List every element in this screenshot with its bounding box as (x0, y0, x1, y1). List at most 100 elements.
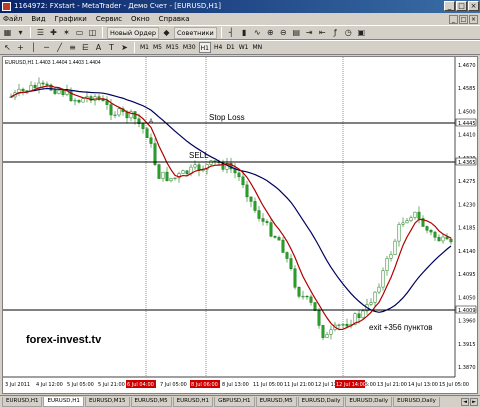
menu-tools[interactable]: Сервис (96, 15, 122, 23)
periods-icon[interactable]: ◷ (343, 27, 354, 38)
new-chart-icon[interactable]: ▦ (2, 27, 13, 38)
timeframe-mn[interactable]: MN (252, 42, 264, 53)
arrows-icon[interactable]: ➤ (119, 42, 130, 53)
menu-charts[interactable]: Графики (55, 15, 87, 23)
chart-tab[interactable]: EURUSD,M5 (255, 396, 297, 407)
close-button[interactable]: × (468, 1, 479, 11)
candle-body (241, 176, 245, 186)
candle-body (417, 211, 421, 219)
timeframe-h4[interactable]: H4 (213, 42, 223, 53)
zoom-out-icon[interactable]: ⊖ (278, 27, 289, 38)
vertical-line-icon[interactable]: │ (28, 42, 39, 53)
terminal-icon[interactable]: ▭ (74, 27, 85, 38)
date-tick-label: 13 Jul 21:00 (377, 382, 407, 388)
chart-tab[interactable]: EURUSD,Daily (345, 396, 393, 407)
tab-scroll-right-icon[interactable]: ► (470, 397, 478, 406)
timeframe-m1[interactable]: M1 (139, 42, 150, 53)
doc-close-button[interactable]: × (469, 14, 478, 24)
chart-tab[interactable]: EURUSD,M15 (84, 396, 130, 407)
menu-window[interactable]: Окно (131, 15, 150, 23)
candle-body (369, 302, 373, 305)
price-tick-label: 1.4585 (458, 86, 476, 92)
tile-windows-icon[interactable]: ▤ (291, 27, 302, 38)
tab-scroll-left-icon[interactable]: ◄ (461, 397, 469, 406)
text-icon[interactable]: A (93, 42, 104, 53)
menu-file[interactable]: Файл (3, 15, 22, 23)
new-order-button[interactable]: Новый Ордер (107, 26, 159, 39)
candle-body (117, 108, 121, 116)
candle-body (141, 123, 145, 129)
metatrader-logo-icon (2, 2, 11, 11)
candle-body (37, 82, 41, 89)
timeframe-m30[interactable]: M30 (182, 42, 197, 53)
navigator-icon[interactable]: ✶ (61, 27, 72, 38)
title-bar: 1164972: FXstart - MetaTrader - Демо Сче… (0, 0, 480, 13)
price-level-label: 1.4365 (458, 160, 476, 166)
candle-body (301, 295, 305, 298)
maximize-button[interactable]: □ (456, 1, 467, 11)
time-axis: 3 Jul 2011 4 Jul 12:00 5 Jul 05:00 5 Jul 21… (5, 380, 469, 388)
tab-scroll-arrows: ◄ ► (461, 397, 480, 406)
candle-body (305, 295, 309, 298)
expert-advisors-button[interactable]: Советники (173, 26, 217, 39)
drawing-and-periods-toolbar: ↖ + │ ─ ╱ ≡ ⋿ A T ➤ M1 M5 M15 M30 H1 H4 … (0, 40, 480, 55)
metaeditor-icon[interactable]: ◆ (161, 27, 172, 38)
candlestick-icon[interactable]: ▮ (239, 27, 250, 38)
date-tick-label: 15 Jul 05:00 (439, 382, 469, 388)
date-tick-label: 4 Jul 12:00 (36, 382, 63, 388)
timeframe-d1[interactable]: D1 (225, 42, 235, 53)
chart-tab[interactable]: EURUSD,Daily (393, 396, 440, 407)
candle-body (57, 89, 61, 94)
zoom-in-icon[interactable]: ⊕ (265, 27, 276, 38)
market-watch-icon[interactable]: ☰ (35, 27, 46, 38)
timeframe-m5[interactable]: M5 (152, 42, 163, 53)
line-chart-icon[interactable]: ∿ (252, 27, 263, 38)
minimize-button[interactable]: _ (444, 1, 455, 11)
chart-tab[interactable]: EURUSD,Daily (297, 396, 345, 407)
candle-body (17, 88, 21, 93)
candle-body (245, 184, 249, 198)
timeframe-w1[interactable]: W1 (238, 42, 250, 53)
label-icon[interactable]: T (106, 42, 117, 53)
candle-body (445, 236, 449, 240)
candle-body (261, 218, 265, 222)
indicators-icon[interactable]: ƒ (330, 27, 341, 38)
bar-chart-icon[interactable]: ┤ (226, 27, 237, 38)
candle-body (269, 222, 273, 237)
candle-body (109, 104, 113, 116)
candle-body (145, 128, 149, 139)
candle-body (165, 171, 169, 181)
doc-minimize-button[interactable]: _ (449, 14, 458, 24)
channel-icon[interactable]: ≡ (67, 42, 78, 53)
chart-tab[interactable]: GBPUSD,H1 (214, 396, 255, 407)
timeframe-h1[interactable]: H1 (198, 42, 211, 53)
menu-help[interactable]: Справка (159, 15, 190, 23)
fibonacci-icon[interactable]: ⋿ (80, 42, 91, 53)
horizontal-line-icon[interactable]: ─ (41, 42, 52, 53)
date-tick-label: 8 Jul 13:00 (222, 382, 249, 388)
candle-body (61, 89, 65, 95)
strategy-tester-icon[interactable]: ◫ (87, 27, 98, 38)
candle-body (157, 164, 161, 179)
doc-restore-button[interactable]: □ (459, 14, 468, 24)
candle-body (345, 324, 349, 327)
date-highlight-label: 12 Jul 14:00 (336, 382, 366, 388)
price-chart[interactable]: Stop Loss SELL A exit +356 пунктов forex… (3, 57, 477, 393)
autoscroll-icon[interactable]: ⇥ (304, 27, 315, 38)
chart-tabs-bar: EURUSD,H1 EURUSD,H1 EURUSD,M15 EURUSD,M5… (0, 395, 480, 407)
crosshair-icon[interactable]: + (15, 42, 26, 53)
menu-view[interactable]: Вид (31, 15, 45, 23)
price-tick-label: 1.4050 (458, 295, 476, 301)
chart-tab[interactable]: EURUSD,H1 (172, 396, 214, 407)
cursor-icon[interactable]: ↖ (2, 42, 13, 53)
chart-window[interactable]: Stop Loss SELL A exit +356 пунктов forex… (2, 56, 478, 394)
templates-icon[interactable]: ▣ (356, 27, 367, 38)
trendline-icon[interactable]: ╱ (54, 42, 65, 53)
chart-tab[interactable]: EURUSD,M5 (130, 396, 172, 407)
chart-shift-icon[interactable]: ⇤ (317, 27, 328, 38)
data-window-icon[interactable]: ✚ (48, 27, 59, 38)
chart-tab[interactable]: EURUSD,H1 (2, 396, 43, 407)
timeframe-m15[interactable]: M15 (165, 42, 180, 53)
profiles-icon[interactable]: ▾ (15, 27, 26, 38)
chart-tab-active[interactable]: EURUSD,H1 (43, 396, 84, 407)
